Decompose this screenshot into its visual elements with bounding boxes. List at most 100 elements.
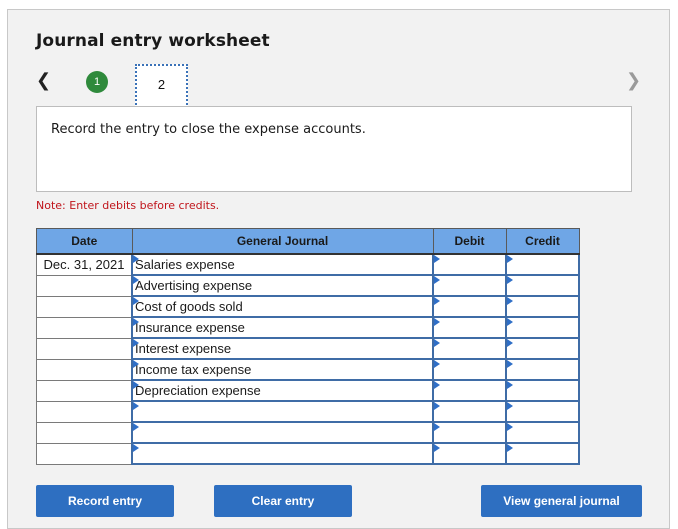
- account-input-cell: [131, 442, 434, 465]
- step-1-badge[interactable]: 1: [86, 71, 108, 93]
- account-input-cell: Interest expense: [131, 337, 434, 360]
- credit-input-cell: [505, 253, 580, 276]
- clear-entry-button[interactable]: Clear entry: [214, 485, 352, 517]
- credit-input-cell: [505, 337, 580, 360]
- date-cell: [36, 379, 133, 402]
- date-cell: [36, 400, 133, 423]
- dropdown-marker-icon: [507, 423, 513, 431]
- account-input[interactable]: [133, 423, 432, 442]
- dropdown-marker-icon: [507, 402, 513, 410]
- table-row: Cost of goods sold: [36, 295, 580, 318]
- credit-input[interactable]: [507, 318, 578, 337]
- dropdown-marker-icon: [507, 381, 513, 389]
- date-cell: Dec. 31, 2021: [36, 253, 133, 276]
- account-input[interactable]: Insurance expense: [133, 318, 432, 337]
- debit-input[interactable]: [434, 318, 505, 337]
- column-header-general-journal: General Journal: [131, 228, 434, 255]
- account-input[interactable]: Cost of goods sold: [133, 297, 432, 316]
- dropdown-marker-icon: [507, 255, 513, 263]
- credit-input-cell: [505, 274, 580, 297]
- credit-input[interactable]: [507, 255, 578, 274]
- dropdown-marker-icon: [434, 255, 440, 263]
- credit-input[interactable]: [507, 360, 578, 379]
- debit-input[interactable]: [434, 297, 505, 316]
- debit-input[interactable]: [434, 444, 505, 463]
- dropdown-marker-icon: [507, 360, 513, 368]
- account-input[interactable]: [133, 402, 432, 421]
- table-row: Interest expense: [36, 337, 580, 360]
- debit-input[interactable]: [434, 402, 505, 421]
- dropdown-marker-icon: [133, 381, 139, 389]
- step-2-tab[interactable]: 2: [135, 64, 188, 108]
- account-input[interactable]: Advertising expense: [133, 276, 432, 295]
- table-row: Advertising expense: [36, 274, 580, 297]
- date-cell: [36, 358, 133, 381]
- dropdown-marker-icon: [133, 339, 139, 347]
- dropdown-marker-icon: [434, 318, 440, 326]
- previous-arrow-icon[interactable]: ❮: [36, 70, 51, 91]
- dropdown-marker-icon: [434, 402, 440, 410]
- dropdown-marker-icon: [133, 444, 139, 452]
- credit-input-cell: [505, 295, 580, 318]
- date-cell: [36, 421, 133, 444]
- dropdown-marker-icon: [507, 318, 513, 326]
- dropdown-marker-icon: [507, 444, 513, 452]
- account-input-cell: Advertising expense: [131, 274, 434, 297]
- account-input-cell: Cost of goods sold: [131, 295, 434, 318]
- table-row: [36, 400, 580, 423]
- journal-table: Date General Journal Debit Credit Dec. 3…: [36, 228, 580, 465]
- dropdown-marker-icon: [507, 297, 513, 305]
- dropdown-marker-icon: [434, 381, 440, 389]
- credit-input[interactable]: [507, 339, 578, 358]
- dropdown-marker-icon: [133, 276, 139, 284]
- account-input[interactable]: Depreciation expense: [133, 381, 432, 400]
- column-header-debit: Debit: [432, 228, 507, 255]
- view-general-journal-button[interactable]: View general journal: [481, 485, 642, 517]
- dropdown-marker-icon: [133, 255, 139, 263]
- debit-input-cell: [432, 316, 507, 339]
- account-input-cell: [131, 400, 434, 423]
- credit-input[interactable]: [507, 444, 578, 463]
- note-text: Note: Enter debits before credits.: [36, 199, 220, 212]
- dropdown-marker-icon: [133, 402, 139, 410]
- dropdown-marker-icon: [434, 297, 440, 305]
- debit-input-cell: [432, 253, 507, 276]
- credit-input[interactable]: [507, 402, 578, 421]
- next-arrow-icon[interactable]: ❯: [626, 70, 641, 91]
- account-input[interactable]: [133, 444, 432, 463]
- dropdown-marker-icon: [434, 339, 440, 347]
- table-row: [36, 421, 580, 444]
- debit-input[interactable]: [434, 360, 505, 379]
- dropdown-marker-icon: [133, 297, 139, 305]
- debit-input[interactable]: [434, 381, 505, 400]
- table-row: [36, 442, 580, 465]
- debit-input[interactable]: [434, 255, 505, 274]
- table-row: Depreciation expense: [36, 379, 580, 402]
- debit-input-cell: [432, 358, 507, 381]
- dropdown-marker-icon: [434, 276, 440, 284]
- account-input[interactable]: Interest expense: [133, 339, 432, 358]
- credit-input[interactable]: [507, 276, 578, 295]
- date-cell: [36, 274, 133, 297]
- record-entry-button[interactable]: Record entry: [36, 485, 174, 517]
- debit-input-cell: [432, 337, 507, 360]
- debit-input-cell: [432, 295, 507, 318]
- credit-input-cell: [505, 400, 580, 423]
- debit-input[interactable]: [434, 339, 505, 358]
- debit-input[interactable]: [434, 276, 505, 295]
- credit-input[interactable]: [507, 297, 578, 316]
- dropdown-marker-icon: [434, 360, 440, 368]
- table-row: Insurance expense: [36, 316, 580, 339]
- dropdown-marker-icon: [434, 444, 440, 452]
- debit-input[interactable]: [434, 423, 505, 442]
- credit-input-cell: [505, 442, 580, 465]
- account-input[interactable]: Income tax expense: [133, 360, 432, 379]
- table-row: Dec. 31, 2021 Salaries expense: [36, 253, 580, 276]
- table-row: Income tax expense: [36, 358, 580, 381]
- dropdown-marker-icon: [507, 276, 513, 284]
- credit-input[interactable]: [507, 423, 578, 442]
- credit-input[interactable]: [507, 381, 578, 400]
- debit-input-cell: [432, 274, 507, 297]
- account-input-cell: Salaries expense: [131, 253, 434, 276]
- account-input[interactable]: Salaries expense: [133, 255, 432, 274]
